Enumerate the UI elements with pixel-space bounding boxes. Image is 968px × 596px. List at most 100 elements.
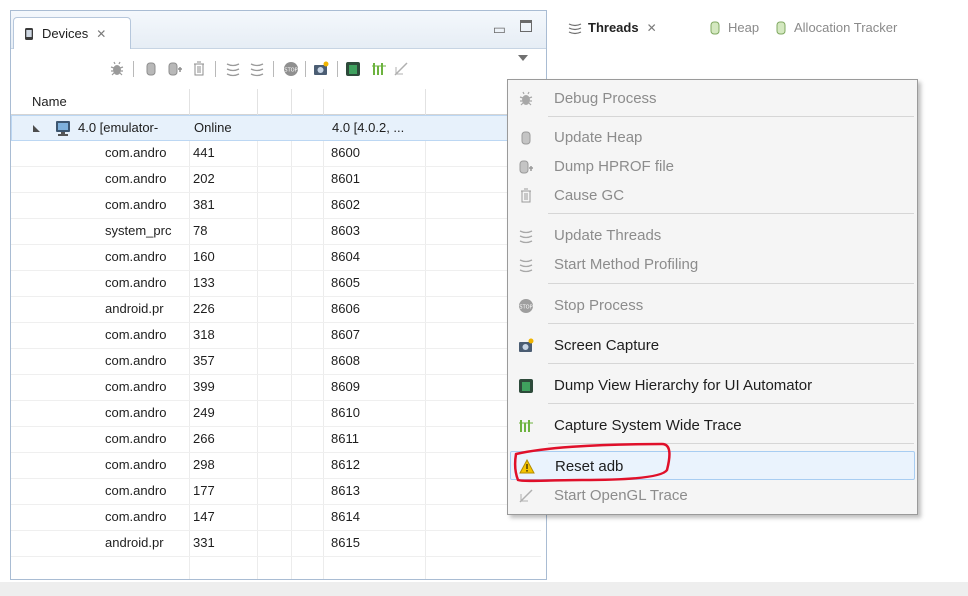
table-row[interactable]: com.andro 133 8605 — [11, 271, 541, 297]
update-heap-icon — [521, 131, 531, 145]
debug-bug-icon — [519, 91, 533, 106]
table-row[interactable]: com.andro 249 8610 — [11, 401, 541, 427]
tab-threads[interactable]: Threads ✕ — [568, 20, 657, 35]
cause-gc-icon[interactable] — [191, 61, 207, 77]
debug-bug-icon[interactable] — [109, 61, 125, 77]
menu-item-update-threads[interactable]: Update Threads — [510, 221, 915, 250]
table-row[interactable]: com.andro 441 8600 — [11, 141, 541, 167]
right-tabstrip: Threads ✕ Heap Allocation Tracker — [562, 10, 968, 48]
menu-item-cause-gc[interactable]: Cause GC — [510, 181, 915, 210]
table-row[interactable]: com.andro 202 8601 — [11, 167, 541, 193]
table-row[interactable]: android.pr 226 8606 — [11, 297, 541, 323]
method-profiling-icon[interactable] — [249, 61, 265, 77]
process-port: 8606 — [331, 301, 360, 316]
process-pid: 147 — [193, 509, 215, 524]
dump-hprof-icon[interactable] — [167, 61, 183, 77]
menu-item-update-heap[interactable]: Update Heap — [510, 123, 915, 152]
process-name: com.andro — [105, 483, 167, 498]
method-profiling-icon — [519, 259, 533, 273]
table-row[interactable]: com.andro 147 8614 — [11, 505, 541, 531]
process-name: com.andro — [105, 249, 167, 264]
process-pid: 133 — [193, 275, 215, 290]
heap-icon — [710, 21, 720, 34]
menu-item-dump-hprof[interactable]: Dump HPROF file — [510, 152, 915, 181]
dump-view-hierarchy-icon[interactable] — [345, 61, 361, 77]
menu-item-stop-process[interactable]: STOP Stop Process — [510, 291, 915, 320]
table-row[interactable]: com.andro 160 8604 — [11, 245, 541, 271]
process-port: 8608 — [331, 353, 360, 368]
red-highlight-annotation — [513, 442, 671, 483]
threads-icon — [568, 22, 582, 34]
menu-item-label: Capture System Wide Trace — [554, 417, 742, 434]
device-table: Name 4.0 [emulator- Online 4.0 [4.0.2, .… — [11, 89, 546, 579]
update-threads-icon[interactable] — [225, 61, 241, 77]
close-icon[interactable]: ✕ — [647, 21, 657, 35]
view-menu-chevron-down-icon[interactable] — [518, 55, 528, 61]
process-pid: 202 — [193, 171, 215, 186]
table-row[interactable]: com.andro 381 8602 — [11, 193, 541, 219]
table-row[interactable]: com.andro 399 8609 — [11, 375, 541, 401]
devices-view: Devices ✕ ▭ STOP Name 4.0 [emulator- Onl… — [10, 10, 547, 580]
system-trace-icon — [519, 420, 533, 432]
menu-item-label: Debug Process — [554, 90, 657, 107]
table-row[interactable]: com.andro 298 8612 — [11, 453, 541, 479]
menu-item-label: Update Heap — [554, 129, 643, 146]
table-row[interactable]: system_prc 78 8603 — [11, 219, 541, 245]
devices-toolbar: STOP — [11, 49, 546, 89]
process-pid: 331 — [193, 535, 215, 550]
table-row[interactable]: com.andro 177 8613 — [11, 479, 541, 505]
bottom-status-band — [0, 582, 968, 596]
tab-heap-label: Heap — [728, 20, 760, 35]
process-pid: 78 — [193, 223, 208, 238]
menu-item-capture-system-trace[interactable]: Capture System Wide Trace — [510, 411, 915, 440]
process-port: 8615 — [331, 535, 360, 550]
table-row[interactable]: com.andro 266 8611 — [11, 427, 541, 453]
menu-item-debug-process[interactable]: Debug Process — [510, 84, 915, 113]
device-status: Online — [194, 120, 232, 135]
menu-item-label: Dump HPROF file — [554, 158, 675, 175]
phone-icon — [25, 27, 33, 40]
process-name: com.andro — [105, 405, 167, 420]
tab-devices[interactable]: Devices ✕ — [13, 17, 131, 49]
column-header-name[interactable]: Name — [32, 94, 67, 109]
process-pid: 249 — [193, 405, 215, 420]
table-row[interactable]: android.pr 331 8615 — [11, 531, 541, 557]
svg-text:STOP: STOP — [519, 305, 532, 311]
minimize-icon[interactable]: ▭ — [493, 21, 506, 38]
process-port: 8609 — [331, 379, 360, 394]
process-name: com.andro — [105, 431, 167, 446]
menu-item-label: Start OpenGL Trace — [554, 487, 688, 504]
process-pid: 399 — [193, 379, 215, 394]
menu-item-start-method-profiling[interactable]: Start Method Profiling — [510, 250, 915, 279]
tab-heap[interactable]: Heap — [708, 20, 759, 35]
menu-item-dump-view-hierarchy[interactable]: Dump View Hierarchy for UI Automator — [510, 371, 915, 400]
svg-text:STOP: STOP — [284, 68, 297, 74]
menu-item-label: Cause GC — [554, 187, 625, 204]
process-pid: 226 — [193, 301, 215, 316]
table-row[interactable]: com.andro 318 8607 — [11, 323, 541, 349]
close-icon[interactable]: ✕ — [96, 27, 106, 41]
table-header: Name — [11, 89, 546, 115]
screen-capture-icon[interactable] — [313, 61, 329, 77]
expand-triangle-icon[interactable] — [33, 125, 40, 132]
update-heap-icon[interactable] — [143, 61, 159, 77]
process-name: com.andro — [105, 145, 167, 160]
process-pid: 298 — [193, 457, 215, 472]
opengl-trace-icon[interactable] — [393, 61, 409, 77]
menu-item-label: Stop Process — [554, 297, 644, 314]
menu-item-label: Dump View Hierarchy for UI Automator — [554, 377, 813, 394]
device-row[interactable]: 4.0 [emulator- Online 4.0 [4.0.2, ... — [11, 115, 541, 141]
tab-allocation-tracker[interactable]: Allocation Tracker — [774, 20, 897, 35]
process-name: com.andro — [105, 171, 167, 186]
process-port: 8610 — [331, 405, 360, 420]
maximize-icon[interactable] — [520, 20, 532, 32]
system-trace-icon[interactable] — [371, 61, 387, 77]
tab-devices-label: Devices — [42, 26, 89, 41]
process-port: 8605 — [331, 275, 360, 290]
menu-item-screen-capture[interactable]: Screen Capture — [510, 331, 915, 360]
process-pid: 177 — [193, 483, 215, 498]
dump-view-hierarchy-icon — [519, 379, 533, 393]
stop-process-icon[interactable]: STOP — [283, 61, 299, 77]
table-row[interactable]: com.andro 357 8608 — [11, 349, 541, 375]
process-port: 8604 — [331, 249, 360, 264]
